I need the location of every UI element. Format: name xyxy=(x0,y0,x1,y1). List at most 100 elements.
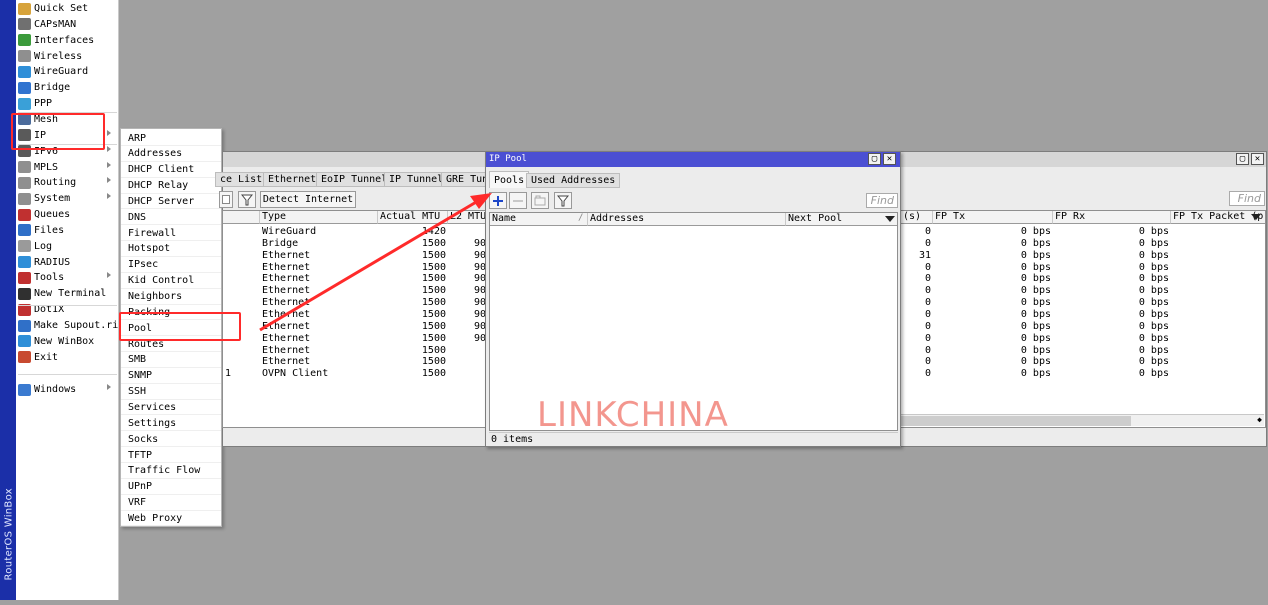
column-header-addresses[interactable]: Addresses xyxy=(588,213,786,226)
remove-button[interactable] xyxy=(509,192,527,209)
sidebar-item-new-winbox[interactable]: New WinBox xyxy=(16,334,119,349)
table-cell: Ethernet xyxy=(262,308,311,320)
sidebar-item-wireless[interactable]: Wireless xyxy=(16,49,119,64)
table-cell: 1500 xyxy=(421,261,446,273)
sidebar-item-radius[interactable]: RADIUS xyxy=(16,255,119,270)
tab-eoip-tunnel[interactable]: EoIP Tunnel xyxy=(316,172,393,187)
sidebar-item-queues[interactable]: Queues xyxy=(16,207,119,222)
horizontal-scrollbar[interactable]: ◆ xyxy=(901,414,1264,426)
table-cell: 0 bps xyxy=(1020,308,1051,320)
sidebar-item-exit[interactable]: Exit xyxy=(16,350,119,365)
table-cell: 0 bps xyxy=(1020,356,1051,368)
menu-item-vrf[interactable]: VRF xyxy=(121,496,221,511)
table-cell: 0 bps xyxy=(1138,237,1169,249)
sidebar-item-files[interactable]: Files xyxy=(16,223,119,238)
sidebar-item-label: Exit xyxy=(34,351,59,363)
interface-find-input[interactable]: Find xyxy=(1229,191,1265,206)
column-dropdown-icon[interactable] xyxy=(885,216,895,222)
table-cell: 90 xyxy=(473,332,486,344)
tab-ce-list[interactable]: ce List xyxy=(215,172,268,187)
table-cell: 90 xyxy=(473,273,486,285)
scrollbar-thumb[interactable] xyxy=(901,416,1131,426)
column-dropdown-icon[interactable] xyxy=(1251,214,1261,220)
sidebar-item-capsman[interactable]: CAPsMAN xyxy=(16,17,119,32)
maximize-icon[interactable]: ▢ xyxy=(868,153,881,165)
menu-item-hotspot[interactable]: Hotspot xyxy=(121,242,221,257)
table-cell: 0 bps xyxy=(1020,261,1051,273)
sidebar-item-mpls[interactable]: MPLS xyxy=(16,160,119,175)
wireless-icon xyxy=(18,50,31,63)
column-header-next-pool[interactable]: Next Pool xyxy=(786,213,897,226)
column-header-s[interactable]: (s) xyxy=(901,211,933,224)
table-cell: 90 xyxy=(473,297,486,309)
tab-pools[interactable]: Pools xyxy=(489,171,530,188)
plus-icon xyxy=(493,195,503,206)
menu-item-traffic-flow[interactable]: Traffic Flow xyxy=(121,464,221,479)
sidebar-item-system[interactable]: System xyxy=(16,191,119,206)
sidebar-item-ppp[interactable]: PPP xyxy=(16,96,119,111)
column-header-name[interactable] xyxy=(223,211,260,224)
terminal-icon xyxy=(18,287,31,300)
tab-used-addresses[interactable]: Used Addresses xyxy=(526,173,621,188)
filter-button[interactable] xyxy=(238,191,256,208)
menu-item-firewall[interactable]: Firewall xyxy=(121,226,221,242)
menu-item-dhcp-client[interactable]: DHCP Client xyxy=(121,163,221,178)
sidebar-item-routing[interactable]: Routing xyxy=(16,175,119,190)
sidebar-item-windows[interactable]: Windows xyxy=(16,382,119,397)
sidebar-item-new-terminal[interactable]: New Terminal xyxy=(16,286,119,301)
pool-window-titlebar[interactable]: IP Pool ▢ ✕ xyxy=(486,152,900,167)
detect-internet-button[interactable]: Detect Internet xyxy=(260,191,356,208)
column-header-actual-mtu[interactable]: Actual MTU xyxy=(378,211,448,224)
sidebar-item-tools[interactable]: Tools xyxy=(16,270,119,285)
column-header-fp-tx[interactable]: FP Tx xyxy=(933,211,1053,224)
tab-ip-tunnel[interactable]: IP Tunnel xyxy=(384,172,449,187)
add-button[interactable] xyxy=(489,192,507,209)
sidebar-item-bridge[interactable]: Bridge xyxy=(16,80,119,95)
sidebar-item-make-supout-rif[interactable]: Make Supout.rif xyxy=(16,318,119,333)
sidebar-item-label: Files xyxy=(34,224,65,236)
table-cell: 0 bps xyxy=(1020,320,1051,332)
sidebar-item-log[interactable]: Log xyxy=(16,239,119,254)
sidebar-item-quick-set[interactable]: Quick Set xyxy=(16,1,119,16)
menu-item-dhcp-relay[interactable]: DHCP Relay xyxy=(121,179,221,194)
menu-item-addresses[interactable]: Addresses xyxy=(121,147,221,162)
menu-item-dhcp-server[interactable]: DHCP Server xyxy=(121,194,221,210)
menu-item-ipsec[interactable]: IPsec xyxy=(121,258,221,273)
scroll-right-icon[interactable]: ◆ xyxy=(1257,415,1262,424)
menu-item-upnp[interactable]: UPnP xyxy=(121,480,221,495)
close-icon[interactable]: ✕ xyxy=(1251,153,1264,165)
wireguard-icon xyxy=(18,65,31,78)
menu-item-settings[interactable]: Settings xyxy=(121,416,221,432)
comment-button[interactable] xyxy=(531,192,549,209)
column-header-l2-mtu[interactable]: L2 MTU xyxy=(448,211,488,224)
column-header-name[interactable]: Name xyxy=(490,213,588,226)
close-icon[interactable]: ✕ xyxy=(883,153,896,165)
menu-item-tftp[interactable]: TFTP xyxy=(121,448,221,463)
copy-icon[interactable] xyxy=(219,191,233,208)
menu-item-neighbors[interactable]: Neighbors xyxy=(121,290,221,305)
submenu-arrow-icon xyxy=(107,177,111,184)
tab-ethernet[interactable]: Ethernet xyxy=(263,172,322,187)
menu-item-kid-control[interactable]: Kid Control xyxy=(121,274,221,289)
table-cell: 1500 xyxy=(421,308,446,320)
table-cell: 1420 xyxy=(421,226,446,237)
pool-find-input[interactable]: Find xyxy=(866,193,898,208)
table-cell xyxy=(448,226,486,238)
maximize-icon[interactable]: ▢ xyxy=(1236,153,1249,165)
table-cell: 0 xyxy=(924,308,931,320)
menu-item-snmp[interactable]: SNMP xyxy=(121,369,221,384)
menu-item-ssh[interactable]: SSH xyxy=(121,385,221,400)
menu-item-services[interactable]: Services xyxy=(121,400,221,416)
sidebar-item-interfaces[interactable]: Interfaces xyxy=(16,33,119,48)
column-header-fp-rx[interactable]: FP Rx xyxy=(1053,211,1171,224)
sidebar-item-wireguard[interactable]: WireGuard xyxy=(16,64,119,79)
menu-item-socks[interactable]: Socks xyxy=(121,432,221,448)
menu-item-web-proxy[interactable]: Web Proxy xyxy=(121,511,221,527)
menu-item-dns[interactable]: DNS xyxy=(121,210,221,226)
windows-icon xyxy=(18,383,31,396)
menu-item-smb[interactable]: SMB xyxy=(121,353,221,368)
filter-button[interactable] xyxy=(554,192,572,209)
menu-item-arp[interactable]: ARP xyxy=(121,131,221,146)
submenu-arrow-icon xyxy=(107,193,111,200)
column-header-type[interactable]: Type xyxy=(260,211,378,224)
